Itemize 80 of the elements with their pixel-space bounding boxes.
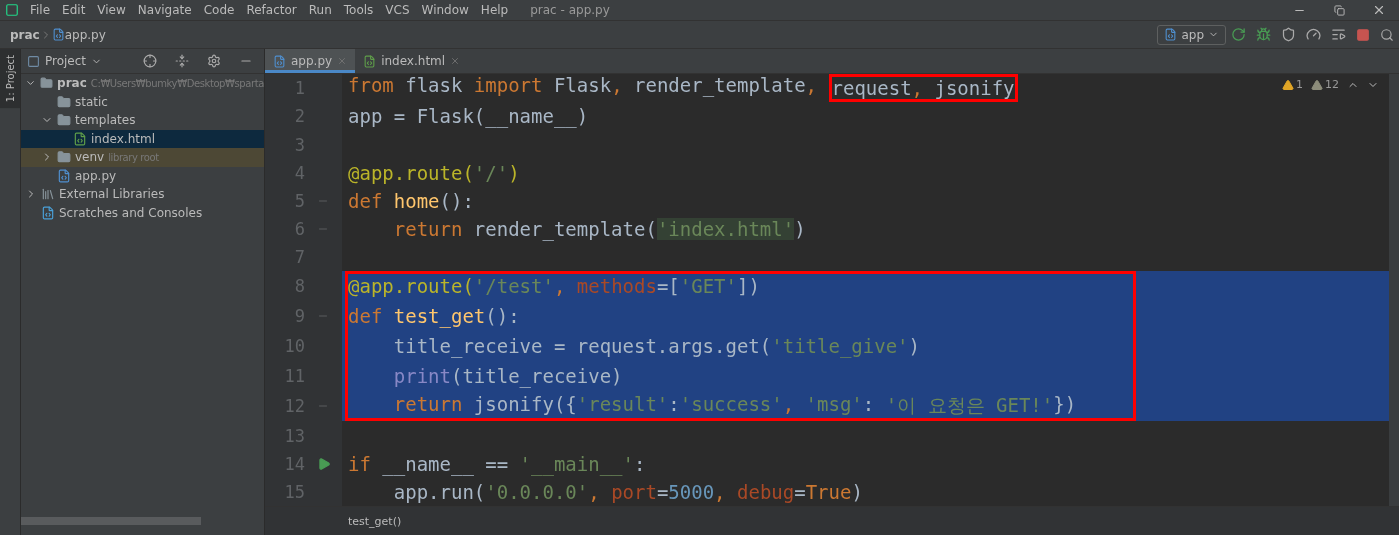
tree-item[interactable]: static — [21, 92, 264, 111]
window-title: prac - app.py — [530, 3, 611, 17]
code-line: @app.route('/test', methods=['GET']) — [348, 275, 760, 298]
code-line: @app.route('/') — [348, 161, 520, 184]
code-line: title_receive = request.args.get('title_give') — [392, 335, 920, 358]
warning-count[interactable]: 12 — [1311, 78, 1339, 91]
menu-item[interactable]: File — [24, 3, 57, 17]
settings-icon[interactable] — [207, 54, 221, 68]
stop-icon[interactable] — [1356, 27, 1370, 42]
item-name: templates — [75, 113, 136, 128]
scrollbar[interactable] — [21, 517, 201, 525]
editor-tab[interactable]: app.py — [265, 49, 356, 73]
list-play-icon[interactable] — [1331, 27, 1346, 42]
item-hint: C:₩Users₩bumky₩Desktop₩sparta — [90, 77, 264, 89]
app-logo-icon — [5, 3, 19, 17]
highlight-frame: request, jsonify — [828, 74, 1018, 103]
item-name: static — [75, 94, 108, 109]
library-icon — [41, 187, 55, 202]
code-line: return jsonify({'result':'success', 'msg': '이 요청은 GET!'}) — [392, 393, 1077, 419]
project-tool-tab[interactable]: 1: Project — [0, 49, 20, 109]
crosshair-icon[interactable] — [143, 54, 157, 68]
warning-icon — [1282, 78, 1294, 91]
code-line: print(title_receive) — [392, 365, 623, 388]
run-config-dropdown[interactable]: app — [1157, 24, 1226, 45]
folder-icon — [57, 113, 71, 128]
tree-item[interactable]: app.py — [21, 166, 264, 185]
menu-item[interactable]: Edit — [56, 3, 92, 17]
warning-count[interactable]: 1 — [1282, 78, 1303, 91]
breadcrumb-item[interactable]: prac — [10, 27, 40, 42]
item-name: prac — [57, 76, 87, 91]
shield-icon[interactable] — [1281, 27, 1296, 42]
tree-item[interactable]: prac C:₩Users₩bumky₩Desktop₩sparta — [21, 74, 264, 93]
item-hint: library root — [108, 151, 159, 163]
menu-item[interactable]: Refactor — [240, 3, 303, 17]
bug-icon[interactable] — [1256, 27, 1271, 42]
scrollbar[interactable] — [1389, 74, 1399, 506]
menu-item[interactable]: Window — [415, 3, 475, 17]
item-name: Scratches and Consoles — [59, 205, 203, 220]
breadcrumb-item[interactable]: app.py — [64, 27, 106, 42]
menu-item[interactable]: Help — [474, 3, 515, 17]
menu-item[interactable]: View — [91, 3, 132, 17]
folder-icon — [57, 94, 71, 109]
search-icon[interactable] — [1380, 27, 1394, 42]
file-icon — [51, 28, 65, 41]
code-line: if __name__ == '__main__': — [348, 452, 646, 475]
gauge-icon[interactable] — [1306, 27, 1321, 42]
code-line: from flask import Flask, render_template, request, jsonify — [348, 74, 1018, 103]
code-line: app = Flask(__name__) — [348, 105, 589, 128]
run-icon[interactable] — [317, 456, 331, 471]
file-icon — [57, 168, 71, 183]
window-icon — [27, 54, 40, 68]
item-name: app.py — [75, 168, 117, 183]
breadcrumb-item[interactable]: test_get() — [348, 514, 402, 528]
tree-item[interactable]: venv library root — [21, 148, 264, 167]
rerun-icon[interactable] — [1231, 27, 1246, 42]
folder-icon — [57, 150, 71, 165]
item-name: venv — [75, 150, 105, 165]
menu-item[interactable]: Code — [197, 3, 241, 17]
menu-item[interactable]: Run — [302, 3, 338, 17]
code-line: def home(): — [348, 189, 474, 212]
tree-item[interactable]: External Libraries — [21, 185, 264, 204]
tree-item[interactable]: index.html — [21, 129, 264, 148]
menu-item[interactable]: Tools — [337, 3, 380, 17]
file-icon — [41, 205, 55, 220]
file-icon — [73, 131, 87, 146]
code-line: def test_get(): — [348, 305, 520, 328]
item-name: index.html — [91, 131, 155, 146]
code-line: return render_template('index.html') — [392, 218, 806, 241]
tree-item[interactable]: Scratches and Consoles — [21, 203, 264, 222]
folder-icon — [40, 76, 54, 91]
warning-icon — [1311, 78, 1323, 91]
file-icon — [1164, 28, 1178, 41]
file-icon — [273, 54, 286, 68]
tree-item[interactable]: templates — [21, 111, 264, 130]
code-line: app.run('0.0.0.0', port=5000, debug=True) — [392, 480, 863, 503]
menu-item[interactable]: Navigate — [131, 3, 198, 17]
item-name: External Libraries — [59, 187, 165, 202]
file-icon — [363, 54, 377, 68]
project-view-dropdown[interactable]: Project — [27, 54, 103, 68]
menu-item[interactable]: VCS — [379, 3, 416, 17]
